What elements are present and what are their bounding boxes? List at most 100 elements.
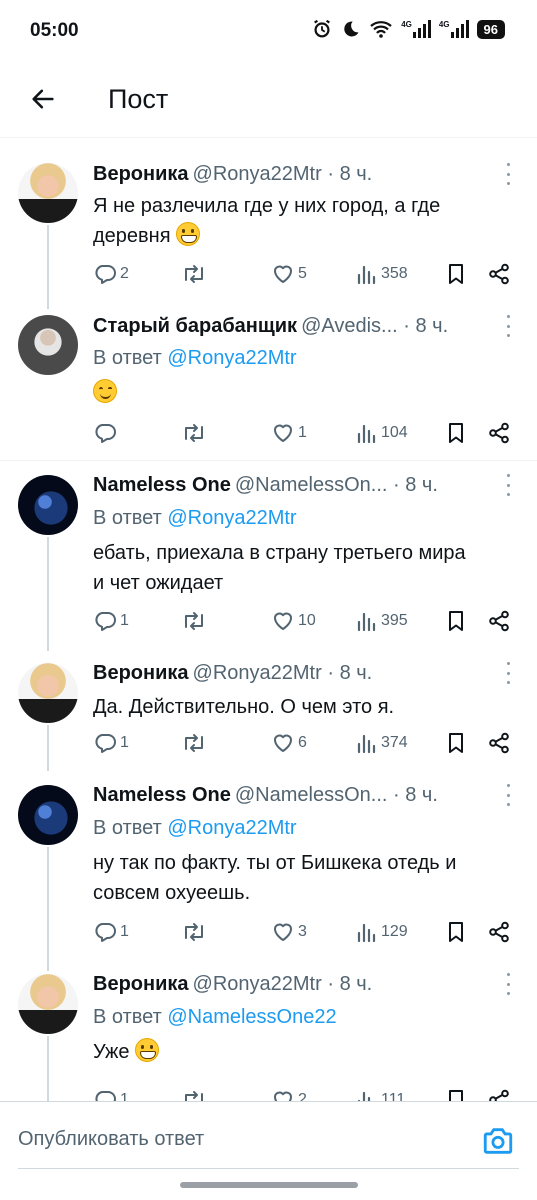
reply-mention[interactable]: @NamelessOne22 [167, 1006, 336, 1028]
more-options-icon[interactable] [505, 662, 511, 684]
share-button[interactable] [487, 420, 511, 446]
reply-count: 1 [120, 612, 129, 629]
tweet[interactable]: Старый барабанщик @Avedis... · 8 ч. В отв… [0, 301, 537, 460]
retweet-button[interactable] [181, 420, 207, 446]
reply-button[interactable] [93, 420, 120, 446]
views-count: 358 [381, 265, 408, 282]
author-name[interactable]: Вероника [93, 163, 189, 185]
bookmark-button[interactable] [445, 261, 467, 287]
like-button[interactable]: 1 [271, 420, 307, 446]
status-icons: 4G 4G 96 [311, 18, 505, 40]
tweet[interactable]: Вероника @Ronya22Mtr · 8 ч. В ответ @Name… [0, 960, 537, 1101]
tweet-header: Вероника @Ronya22Mtr · 8 ч. [93, 660, 485, 686]
views-button[interactable]: 395 [356, 608, 408, 634]
avatar[interactable] [18, 475, 78, 535]
reply-input[interactable]: Опубликовать ответ [18, 1128, 204, 1151]
reply-mention[interactable]: @Ronya22Mtr [167, 817, 296, 839]
author-name[interactable]: Nameless One [93, 784, 231, 806]
like-button[interactable]: 2 [271, 1087, 307, 1101]
reply-mention[interactable]: @Ronya22Mtr [167, 507, 296, 529]
retweet-button[interactable] [181, 730, 207, 756]
tweet-text-line: совсем охуеешь. [93, 882, 251, 904]
tweet[interactable]: Nameless One @NamelessOn... · 8 ч. В отве… [0, 460, 537, 651]
share-button[interactable] [487, 608, 511, 634]
author-name[interactable]: Вероника [93, 662, 189, 684]
author-handle[interactable]: @NamelessOn... [235, 784, 388, 806]
back-button[interactable] [26, 82, 60, 116]
author-handle[interactable]: @Ronya22Mtr [193, 662, 322, 684]
timestamp[interactable]: 8 ч. [340, 973, 373, 995]
retweet-button[interactable] [181, 261, 207, 287]
like-button[interactable]: 5 [271, 261, 307, 287]
more-options-icon[interactable] [505, 784, 511, 806]
like-count: 10 [298, 612, 316, 629]
author-handle[interactable]: @Ronya22Mtr [193, 163, 322, 185]
replies-feed[interactable]: Вероника @Ronya22Mtr · 8 ч. Я не разлечил… [0, 139, 537, 1101]
reply-button[interactable]: 2 [93, 261, 129, 287]
timestamp[interactable]: 8 ч. [405, 784, 438, 806]
reply-button[interactable]: 1 [93, 1087, 129, 1101]
share-button[interactable] [487, 1087, 511, 1101]
share-button[interactable] [487, 730, 511, 756]
views-button[interactable]: 111 [356, 1087, 405, 1101]
reply-mention[interactable]: @Ronya22Mtr [167, 347, 296, 369]
like-button[interactable]: 10 [271, 608, 316, 634]
views-button[interactable]: 358 [356, 261, 408, 287]
tweet[interactable]: Вероника @Ronya22Mtr · 8 ч. Я не разлечил… [0, 139, 537, 309]
home-indicator[interactable] [180, 1182, 358, 1188]
views-button[interactable]: 129 [356, 919, 408, 945]
author-handle[interactable]: @NamelessOn... [235, 474, 388, 496]
views-button[interactable]: 374 [356, 730, 408, 756]
battery-indicator: 96 [476, 19, 505, 39]
avatar[interactable] [18, 663, 78, 723]
more-options-icon[interactable] [505, 973, 511, 995]
reply-button[interactable]: 1 [93, 730, 129, 756]
tweet-text-line: и чет ожидает [93, 572, 224, 594]
top-bar: Пост [0, 62, 537, 138]
author-name[interactable]: Nameless One [93, 474, 231, 496]
views-count: 129 [381, 923, 408, 940]
timestamp[interactable]: 8 ч. [405, 474, 438, 496]
more-options-icon[interactable] [505, 474, 511, 496]
bookmark-icon [445, 262, 467, 286]
camera-button[interactable] [481, 1124, 515, 1158]
author-name[interactable]: Вероника [93, 973, 189, 995]
avatar[interactable] [18, 785, 78, 845]
timestamp[interactable]: 8 ч. [340, 163, 373, 185]
avatar[interactable] [18, 315, 78, 375]
tweet-text-line: Уже [93, 1037, 507, 1067]
grin-emoji-icon [176, 222, 201, 246]
retweet-button[interactable] [181, 608, 207, 634]
bookmark-button[interactable] [445, 420, 467, 446]
author-name[interactable]: Старый барабанщик [93, 315, 297, 337]
separator-dot: · [327, 163, 334, 185]
share-icon [487, 920, 511, 944]
reply-button[interactable]: 1 [93, 919, 129, 945]
tweet[interactable]: Вероника @Ronya22Mtr · 8 ч. Да. Действите… [0, 649, 537, 771]
more-options-icon[interactable] [505, 163, 511, 185]
bookmark-icon [445, 609, 467, 633]
signal-2-icon: 4G [439, 20, 469, 38]
share-button[interactable] [487, 261, 511, 287]
bookmark-button[interactable] [445, 608, 467, 634]
avatar[interactable] [18, 974, 78, 1034]
timestamp[interactable]: 8 ч. [416, 315, 449, 337]
share-button[interactable] [487, 919, 511, 945]
like-button[interactable]: 3 [271, 919, 307, 945]
author-handle[interactable]: @Avedis... [301, 315, 398, 337]
retweet-button[interactable] [181, 1087, 207, 1101]
author-handle[interactable]: @Ronya22Mtr [193, 973, 322, 995]
retweet-button[interactable] [181, 919, 207, 945]
views-count: 395 [381, 612, 408, 629]
share-icon [487, 609, 511, 633]
bookmark-button[interactable] [445, 1087, 467, 1101]
bookmark-button[interactable] [445, 730, 467, 756]
more-options-icon[interactable] [505, 315, 511, 337]
avatar[interactable] [18, 163, 78, 223]
timestamp[interactable]: 8 ч. [340, 662, 373, 684]
views-button[interactable]: 104 [356, 420, 408, 446]
tweet[interactable]: Nameless One @NamelessOn... · 8 ч. В отве… [0, 771, 537, 971]
bookmark-button[interactable] [445, 919, 467, 945]
like-button[interactable]: 6 [271, 730, 307, 756]
reply-button[interactable]: 1 [93, 608, 129, 634]
